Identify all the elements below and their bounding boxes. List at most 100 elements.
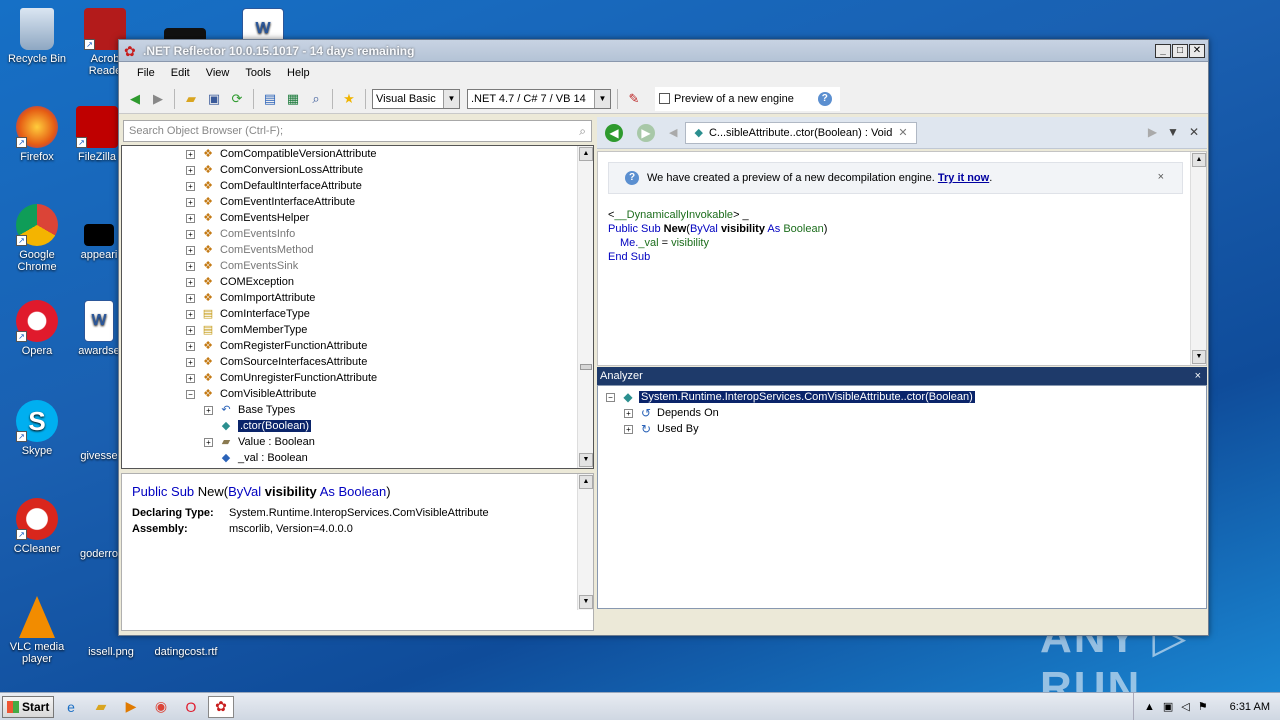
collapse-icon[interactable]: − bbox=[186, 389, 195, 399]
preview-engine-checkbox[interactable]: Preview of a new engine ? bbox=[655, 86, 840, 111]
analyzer-root-row[interactable]: − ◆ System.Runtime.InteropServices.ComVi… bbox=[606, 389, 1198, 405]
tree-row[interactable]: + ❖ ComImportAttribute bbox=[122, 290, 593, 306]
save-icon[interactable]: ▣ bbox=[204, 89, 224, 109]
scroll-up-icon[interactable]: ▲ bbox=[1192, 153, 1206, 167]
tree-row[interactable]: + ❖ ComEventInterfaceAttribute bbox=[122, 194, 593, 210]
expand-icon[interactable]: + bbox=[186, 213, 195, 223]
details-scrollbar[interactable]: ▲ ▼ bbox=[577, 474, 593, 610]
expand-icon[interactable]: + bbox=[624, 408, 633, 418]
expand-icon[interactable]: + bbox=[186, 181, 195, 191]
tree-row[interactable]: + ❖ ComEventsInfo bbox=[122, 226, 593, 242]
framework-select[interactable]: .NET 4.7 / C# 7 / VB 14 ▼ bbox=[467, 88, 611, 109]
sig-type[interactable]: Boolean bbox=[339, 484, 387, 499]
tree-row[interactable]: + ❖ ComDefaultInterfaceAttribute bbox=[122, 178, 593, 194]
field-link[interactable]: _val bbox=[638, 237, 658, 249]
try-it-now-link[interactable]: Try it now bbox=[938, 172, 989, 184]
scroll-thumb[interactable] bbox=[580, 364, 592, 370]
tree-child-row[interactable]: ◆ .ctor(Boolean) bbox=[122, 418, 593, 434]
expand-icon[interactable]: + bbox=[186, 341, 195, 351]
tray-expand-icon[interactable]: ▲ bbox=[1144, 701, 1155, 713]
menu-edit[interactable]: Edit bbox=[163, 67, 198, 79]
infobar-close-icon[interactable]: × bbox=[1158, 171, 1164, 183]
expand-icon[interactable]: + bbox=[186, 197, 195, 207]
expand-icon[interactable]: + bbox=[186, 277, 195, 287]
tree-row[interactable]: + ❖ ComEventsSink bbox=[122, 258, 593, 274]
open-folder-icon[interactable]: ▰ bbox=[181, 89, 201, 109]
scroll-up-icon[interactable]: ▲ bbox=[579, 475, 593, 489]
analyzer-tree[interactable]: − ◆ System.Runtime.InteropServices.ComVi… bbox=[597, 385, 1207, 609]
close-panel-icon[interactable]: ✕ bbox=[1189, 125, 1199, 139]
desktop-icon-chrome[interactable]: ↗ Google Chrome bbox=[2, 204, 72, 273]
object-tree[interactable]: + ❖ ComCompatibleVersionAttribute + ❖ ComConv… bbox=[121, 145, 594, 469]
ie-icon[interactable]: e bbox=[58, 696, 84, 718]
menu-view[interactable]: View bbox=[198, 67, 238, 79]
nav-back-icon[interactable]: ◀ bbox=[605, 123, 623, 142]
checkbox-box[interactable] bbox=[659, 93, 670, 104]
assembly-value[interactable]: mscorlib, Version=4.0.0.0 bbox=[229, 523, 353, 535]
desktop-icon-recycle-bin[interactable]: Recycle Bin bbox=[2, 8, 72, 65]
flag-icon[interactable]: ⚑ bbox=[1198, 700, 1208, 713]
tab-scroll-left-icon[interactable]: ◀ bbox=[669, 126, 677, 139]
type-link[interactable]: Boolean bbox=[783, 223, 823, 235]
expand-icon[interactable]: + bbox=[186, 229, 195, 239]
code-scrollbar[interactable]: ▲ ▼ bbox=[1190, 152, 1206, 365]
search-icon[interactable]: ⌕ bbox=[579, 124, 586, 139]
expand-icon[interactable]: + bbox=[186, 357, 195, 367]
help-icon[interactable]: ? bbox=[817, 91, 832, 106]
explorer-icon[interactable]: ▰ bbox=[88, 696, 114, 718]
close-tab-icon[interactable]: ✕ bbox=[898, 126, 907, 139]
tree-child-row[interactable]: + ▰ Value : Boolean bbox=[122, 434, 593, 450]
minimize-button[interactable]: _ bbox=[1155, 43, 1171, 58]
expand-icon[interactable]: + bbox=[186, 165, 195, 175]
back-icon[interactable]: ◀ bbox=[125, 89, 145, 109]
collapse-icon[interactable]: − bbox=[606, 392, 615, 402]
tree-scrollbar[interactable]: ▲ ▼ bbox=[577, 146, 593, 468]
tree-row[interactable]: + ▤ ComMemberType bbox=[122, 322, 593, 338]
close-button[interactable]: ✕ bbox=[1189, 43, 1205, 58]
tree-row[interactable]: + ❖ COMException bbox=[122, 274, 593, 290]
language-select[interactable]: Visual Basic ▼ bbox=[372, 88, 460, 109]
code-tab[interactable]: ◆ C...sibleAttribute..ctor(Boolean) : Vo… bbox=[685, 121, 917, 144]
tab-scroll-right-icon[interactable]: ▶ bbox=[1148, 125, 1157, 139]
expand-icon[interactable]: + bbox=[186, 293, 195, 303]
scroll-down-icon[interactable]: ▼ bbox=[1192, 350, 1206, 364]
analyzer-used-by[interactable]: + ↻ Used By bbox=[606, 421, 1198, 437]
desktop-icon-opera[interactable]: ↗ Opera bbox=[2, 300, 72, 357]
expand-icon[interactable]: + bbox=[204, 437, 213, 447]
menu-file[interactable]: File bbox=[129, 67, 163, 79]
title-bar[interactable]: ✿ .NET Reflector 10.0.15.1017 - 14 days … bbox=[119, 40, 1208, 62]
expand-icon[interactable]: + bbox=[186, 245, 195, 255]
menu-help[interactable]: Help bbox=[279, 67, 318, 79]
tree-row[interactable]: + ❖ ComEventsMethod bbox=[122, 242, 593, 258]
volume-icon[interactable]: ◁ bbox=[1181, 700, 1189, 713]
desktop-icon-vlc[interactable]: VLC media player bbox=[2, 596, 72, 665]
start-button[interactable]: Start bbox=[2, 695, 54, 718]
tree-row[interactable]: + ▤ ComInterfaceType bbox=[122, 306, 593, 322]
network-icon[interactable]: ▣ bbox=[1163, 700, 1173, 713]
attribute-link[interactable]: __DynamicallyInvokable bbox=[614, 209, 733, 221]
maximize-button[interactable]: □ bbox=[1172, 43, 1188, 58]
tree-row[interactable]: + ❖ ComCompatibleVersionAttribute bbox=[122, 146, 593, 162]
code-view[interactable]: ? We have created a preview of a new dec… bbox=[597, 151, 1207, 366]
tree-row[interactable]: + ❖ ComRegisterFunctionAttribute bbox=[122, 338, 593, 354]
tree-row[interactable]: − ❖ ComVisibleAttribute bbox=[122, 386, 593, 402]
forward-icon[interactable]: ▶ bbox=[148, 89, 168, 109]
expand-icon[interactable]: + bbox=[186, 373, 195, 383]
options-icon[interactable]: ✎ bbox=[624, 89, 644, 109]
bookmark-star-icon[interactable]: ★ bbox=[339, 89, 359, 109]
expand-icon[interactable]: + bbox=[186, 309, 195, 319]
analyzer-icon[interactable]: ▦ bbox=[283, 89, 303, 109]
search-input[interactable]: Search Object Browser (Ctrl-F); ⌕ bbox=[123, 120, 592, 142]
reflector-taskbar-icon[interactable]: ✿ bbox=[208, 695, 234, 718]
refresh-icon[interactable]: ⟳ bbox=[227, 89, 247, 109]
scroll-down-icon[interactable]: ▼ bbox=[579, 595, 593, 609]
tree-row[interactable]: + ❖ ComSourceInterfacesAttribute bbox=[122, 354, 593, 370]
scroll-up-icon[interactable]: ▲ bbox=[579, 147, 593, 161]
media-player-icon[interactable]: ▶ bbox=[118, 696, 144, 718]
opera-taskbar-icon[interactable]: O bbox=[178, 696, 204, 718]
expand-icon[interactable]: + bbox=[624, 424, 633, 434]
scroll-down-icon[interactable]: ▼ bbox=[579, 453, 593, 467]
expand-icon[interactable]: + bbox=[204, 405, 213, 415]
desktop-icon-datingcost[interactable]: datingcost.rtf bbox=[150, 646, 222, 658]
declaring-type-value[interactable]: System.Runtime.InteropServices.ComVisibl… bbox=[229, 507, 489, 519]
